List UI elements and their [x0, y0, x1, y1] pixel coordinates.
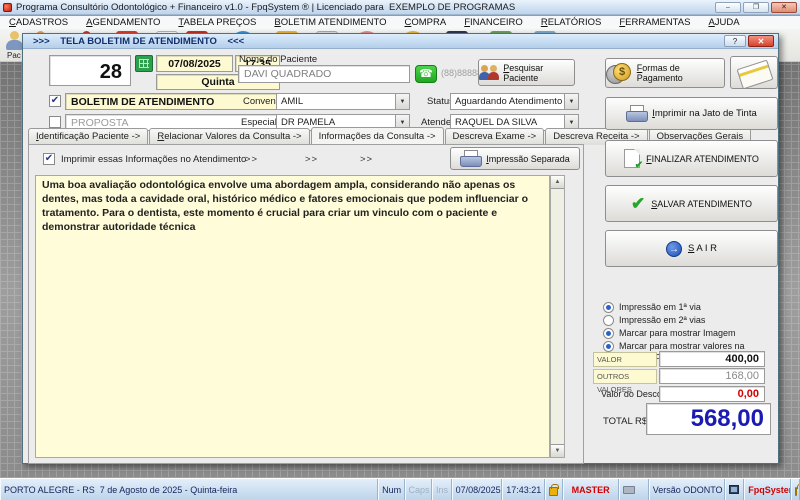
credit-card-icon — [737, 61, 771, 85]
date-field[interactable]: 07/08/2025 — [156, 55, 233, 72]
card-payment-button[interactable] — [730, 56, 778, 89]
app-icon — [3, 3, 12, 12]
chevron-right-icon: >> — [360, 154, 373, 165]
total-label: TOTAL R$ — [603, 416, 647, 427]
statusbar-monitor — [725, 479, 745, 500]
application-window: Programa Consultório Odontológico + Fina… — [0, 0, 800, 500]
separate-print-button[interactable]: Impressão Separada — [450, 147, 580, 170]
statusbar-version: Versão ODONTO 1.0 — [649, 479, 725, 500]
statusbar-brand: FpqSystem — [744, 479, 791, 500]
tab-identificacao-paciente[interactable]: Identificação Paciente -> — [28, 128, 148, 145]
patient-name-label: Nome do Paciente — [239, 54, 317, 65]
statusbar-ins: Ins — [432, 479, 452, 500]
salvar-atendimento-button[interactable]: ✔ SALVAR ATENDIMENTO — [605, 185, 778, 222]
lock-icon — [795, 487, 797, 496]
outros-valores-value[interactable]: 168,00 — [659, 368, 765, 384]
dialog-titlebar[interactable]: >>> TELA BOLETIM DE ATENDIMENTO <<< — [23, 34, 778, 49]
finalizar-atendimento-button[interactable]: FINALIZAR ATENDIMENTO — [605, 140, 778, 177]
printer-icon — [626, 105, 646, 122]
radio-impressao-1via[interactable] — [603, 302, 614, 313]
menu-compra[interactable]: COMPRA — [395, 16, 455, 29]
statusbar-end — [791, 479, 800, 500]
menu-ajuda[interactable]: AJUDA — [699, 16, 748, 29]
statusbar-num: Num — [378, 479, 404, 500]
boletim-checkbox[interactable]: ✔ — [49, 95, 61, 107]
restore-button[interactable]: ❐ — [743, 2, 769, 13]
convenio-select[interactable]: AMIL ▼ — [276, 93, 410, 110]
app-title: Programa Consultório Odontológico + Fina… — [16, 2, 515, 13]
tab-relacionar-valores[interactable]: Relacionar Valores da Consulta -> — [149, 128, 309, 145]
sair-button[interactable]: → S A I R — [605, 230, 778, 267]
radio-label: Marcar para mostrar Imagem — [619, 328, 736, 338]
tab-informacoes-consulta[interactable]: Informações da Consulta -> — [311, 127, 444, 144]
print-info-label: Imprimir essas Informações no Atendiment… — [61, 154, 246, 165]
menu-financeiro[interactable]: FINANCEIRO — [455, 16, 532, 29]
dialog-help-button[interactable]: ? — [724, 35, 746, 47]
app-titlebar: Programa Consultório Odontológico + Fina… — [0, 0, 800, 15]
dialog-close-button[interactable]: ✕ — [748, 35, 774, 47]
tab-descreva-exame[interactable]: Descreva Exame -> — [445, 128, 545, 145]
boletim-dialog: >>> TELA BOLETIM DE ATENDIMENTO <<< ? ✕ … — [22, 33, 779, 464]
chevron-down-icon[interactable]: ▼ — [564, 94, 578, 109]
statusbar-spacer — [619, 479, 648, 500]
menu-relatorios[interactable]: RELATÓRIOS — [532, 16, 611, 29]
menu-boletim-atendimento[interactable]: BOLETIM ATENDIMENTO — [265, 16, 395, 29]
people-icon — [479, 65, 497, 81]
scroll-up-icon[interactable]: ▲ — [551, 176, 564, 189]
statusbar-time: 17:43:21 — [502, 479, 545, 500]
valor-consulta-label: VALOR CONSULTA — [593, 352, 657, 367]
statusbar-location: PORTO ALEGRE - RS 7 de Agosto de 2025 - … — [0, 479, 378, 500]
menu-agendamento[interactable]: AGENDAMENTO — [77, 16, 169, 29]
close-button[interactable]: ✕ — [771, 2, 797, 13]
formas-pagamento-button[interactable]: $ Formas de Pagamento — [605, 58, 725, 88]
valor-consulta-value[interactable]: 400,00 — [659, 351, 765, 367]
radio-mostrar-imagem[interactable] — [603, 328, 614, 339]
exit-arrow-icon: → — [666, 241, 682, 257]
desconto-value[interactable]: 0,00 — [659, 386, 765, 402]
consultation-notes-textarea[interactable]: Uma boa avaliação odontológica envolve u… — [35, 175, 550, 458]
outros-valores-label: OUTROS VALORES — [593, 369, 657, 384]
menu-bar: CADASTROS AGENDAMENTO TABELA PREÇOS BOLE… — [0, 16, 800, 29]
printer-icon — [623, 486, 635, 494]
proposta-checkbox[interactable] — [49, 116, 61, 128]
chevron-right-icon: >> — [245, 154, 258, 165]
menu-cadastros[interactable]: CADASTROS — [0, 16, 77, 29]
printer-icon — [460, 150, 480, 167]
statusbar-user: MASTER — [563, 479, 619, 500]
consulta-tab-panel: ✔ Imprimir essas Informações no Atendime… — [28, 144, 584, 464]
coins-icon: $ — [606, 62, 631, 84]
print-inkjet-button[interactable]: Imprimir na Jato de Tinta — [605, 97, 778, 130]
statusbar-date: 07/08/2025 — [452, 479, 503, 500]
whatsapp-icon[interactable]: ☎ — [415, 65, 437, 83]
document-check-icon — [624, 149, 640, 168]
radio-mostrar-valores[interactable] — [603, 341, 614, 352]
monitor-icon — [729, 485, 740, 494]
patient-name-input[interactable]: DAVI QUADRADO — [238, 65, 410, 83]
print-info-checkbox[interactable]: ✔ — [43, 153, 55, 165]
scroll-down-icon[interactable]: ▼ — [551, 444, 564, 457]
statusbar-lock — [545, 479, 563, 500]
notes-scrollbar[interactable]: ▲ ▼ — [550, 175, 565, 458]
status-select[interactable]: Aguardando Atendimento ▼ — [450, 93, 579, 110]
menu-ferramentas[interactable]: FERRAMENTAS — [610, 16, 699, 29]
radio-label: Impressão em 1ª via — [619, 302, 701, 312]
chevron-right-icon: >> — [305, 154, 318, 165]
statusbar-caps: Caps — [405, 479, 432, 500]
chevron-down-icon[interactable]: ▼ — [395, 94, 409, 109]
minimize-button[interactable]: – — [715, 2, 741, 13]
menu-tabela-precos[interactable]: TABELA PREÇOS — [169, 16, 265, 29]
total-value: 568,00 — [646, 403, 771, 435]
toolbar-first-label: Pac — [7, 51, 21, 60]
radio-impressao-2via[interactable] — [603, 315, 614, 326]
green-check-icon: ✔ — [631, 195, 645, 212]
calendar-picker-button[interactable] — [135, 55, 153, 72]
lock-icon — [549, 487, 558, 496]
search-patient-button[interactable]: Pesquisar Paciente — [478, 59, 575, 86]
attendance-number-field[interactable]: 28 — [49, 55, 131, 86]
radio-label: Impressão em 2ª vias — [619, 315, 705, 325]
status-bar: PORTO ALEGRE - RS 7 de Agosto de 2025 - … — [0, 478, 800, 500]
